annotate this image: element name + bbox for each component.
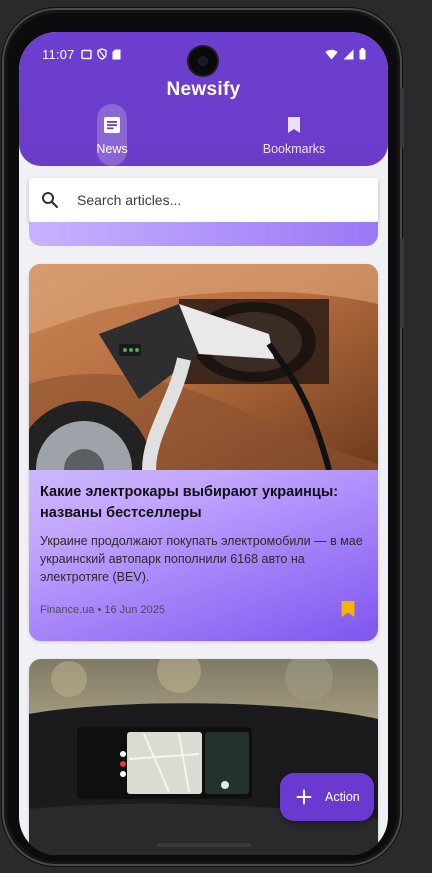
article-icon	[103, 116, 121, 136]
action-fab[interactable]: Action	[280, 773, 374, 821]
article-title: Какие электрокары выбирают украинцы: наз…	[40, 484, 339, 521]
shield-icon	[96, 48, 107, 60]
article-card[interactable]: Какие электрокары выбирают украинцы: наз…	[29, 264, 378, 641]
search-bar	[29, 178, 378, 222]
tab-news[interactable]: News	[82, 104, 142, 166]
article-image	[29, 659, 378, 855]
article-list[interactable]: Какие электрокары выбирают украинцы: наз…	[19, 222, 388, 855]
article-card-previous[interactable]	[29, 222, 378, 246]
app-bar: 11:07 Newsify News Bookmarks	[19, 32, 388, 166]
search-icon	[42, 192, 59, 209]
signal-icon	[343, 49, 354, 59]
wifi-icon	[325, 49, 338, 59]
search-input[interactable]	[75, 191, 359, 209]
article-card[interactable]	[29, 659, 378, 855]
bookmark-icon[interactable]	[340, 600, 356, 618]
tab-bookmarks-label: Bookmarks	[262, 142, 326, 156]
sd-card-icon	[112, 49, 121, 59]
tab-bookmarks[interactable]: Bookmarks	[249, 104, 339, 166]
article-image	[29, 264, 378, 470]
bookmark-icon	[287, 116, 301, 136]
home-indicator[interactable]	[157, 843, 251, 847]
action-fab-label: Action	[325, 790, 360, 804]
plus-icon	[296, 789, 312, 805]
tab-news-label: News	[96, 142, 128, 156]
screenshot-icon	[80, 49, 92, 59]
article-description: Украине продолжают покупать электромобил…	[40, 534, 363, 584]
status-time: 11:07	[42, 46, 75, 62]
phone-frame: 11:07 Newsify News Bookmarks Search arti…	[2, 8, 404, 866]
front-camera	[189, 47, 217, 75]
app-title: Newsify	[166, 79, 241, 100]
article-meta: Finance.ua • 16 Jun 2025	[40, 604, 165, 616]
screen: 11:07 Newsify News Bookmarks Search arti…	[19, 32, 388, 855]
battery-icon	[359, 48, 366, 60]
